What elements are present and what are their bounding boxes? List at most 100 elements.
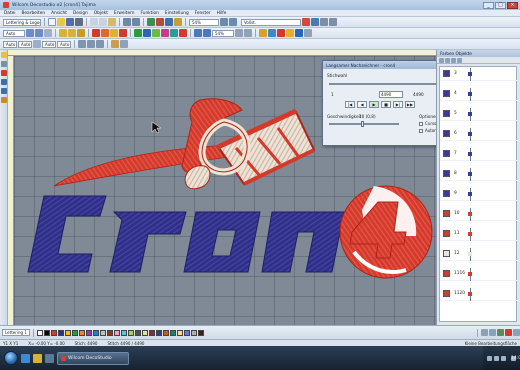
minimize-button[interactable]: _	[483, 1, 494, 9]
align-icon[interactable]	[194, 29, 202, 37]
fill-magenta-icon[interactable]	[161, 29, 169, 37]
palette-swatch[interactable]	[142, 329, 148, 336]
object-row[interactable]: 1120	[440, 287, 518, 301]
palette-swatch[interactable]	[100, 329, 106, 336]
palette-swatch[interactable]	[51, 329, 57, 336]
object-row[interactable]: 7	[440, 147, 518, 161]
menu-extend[interactable]: Erweitern	[114, 11, 135, 16]
tool-q-icon[interactable]	[295, 29, 303, 37]
hoop-icon[interactable]	[111, 40, 119, 48]
color-swatch[interactable]	[443, 150, 450, 157]
palette-swatch[interactable]	[191, 329, 197, 336]
speed-slider-knob[interactable]	[361, 121, 364, 127]
checkbox-box[interactable]	[419, 128, 423, 133]
color-swatch[interactable]	[443, 250, 450, 257]
fill-blue-icon[interactable]	[143, 29, 151, 37]
prop-b-field[interactable]: Auto	[18, 40, 32, 48]
palette-tool-icon[interactable]	[489, 329, 496, 336]
unit-select[interactable]: 54%	[212, 29, 234, 37]
reshape-icon[interactable]	[1, 61, 7, 67]
object-row[interactable]: 3	[440, 67, 518, 81]
menu-function[interactable]: Funktion	[141, 11, 159, 16]
close-button[interactable]: ×	[507, 1, 518, 9]
tool-f-icon[interactable]	[35, 29, 43, 37]
menu-help[interactable]: Hilfe	[217, 11, 227, 16]
shape-icon[interactable]	[1, 79, 7, 85]
palette-swatch[interactable]	[121, 329, 127, 336]
tool-k-icon[interactable]	[235, 29, 243, 37]
tool-m-icon[interactable]	[259, 29, 267, 37]
color-swatch[interactable]	[443, 230, 450, 237]
object-row[interactable]: 4	[440, 87, 518, 101]
play-button[interactable]: ▶	[369, 101, 379, 108]
tool-r-icon[interactable]	[304, 29, 312, 37]
distribute-icon[interactable]	[203, 29, 211, 37]
prop-a-field[interactable]: Auto	[3, 40, 17, 48]
palette-swatch[interactable]	[79, 329, 85, 336]
stitch-red2-icon[interactable]	[119, 29, 127, 37]
palette-swatch[interactable]	[198, 329, 204, 336]
explorer-icon[interactable]	[33, 353, 42, 363]
font-select[interactable]: Vollst.	[241, 18, 301, 26]
palette-swatch[interactable]	[44, 329, 50, 336]
lettering-icon[interactable]	[1, 88, 7, 94]
tool-i-icon[interactable]	[68, 29, 76, 37]
menu-settings[interactable]: Einstellung	[165, 11, 189, 16]
print-icon[interactable]	[75, 18, 83, 26]
taskbar-app-button[interactable]: Wilcom DecoStudio	[57, 351, 129, 365]
tool-g-icon[interactable]	[44, 29, 52, 37]
speed-slider-track[interactable]	[329, 123, 399, 125]
tray-lang-icon[interactable]	[501, 355, 506, 361]
fill-green-icon[interactable]	[134, 29, 142, 37]
tray-volume-icon[interactable]	[494, 355, 499, 361]
mirror-icon[interactable]	[78, 40, 86, 48]
palette-swatch[interactable]	[37, 329, 43, 336]
prop-d-field[interactable]: Auto	[57, 40, 71, 48]
grid-icon[interactable]	[311, 18, 319, 26]
menu-edit[interactable]: Bearbeiten	[21, 11, 45, 16]
copy-icon[interactable]	[99, 18, 107, 26]
panel-tool-c-icon[interactable]	[451, 58, 456, 63]
rotate-icon[interactable]	[87, 40, 95, 48]
palette-swatch[interactable]	[114, 329, 120, 336]
color-swatch[interactable]	[443, 210, 450, 217]
tray-network-icon[interactable]	[487, 355, 492, 361]
palette-swatch[interactable]	[170, 329, 176, 336]
zoom-select[interactable]: 54%	[189, 18, 219, 26]
checkbox-box[interactable]	[419, 121, 423, 126]
panel-tool-a-icon[interactable]	[439, 58, 444, 63]
palette-swatch[interactable]	[65, 329, 71, 336]
object-row[interactable]: 11	[440, 227, 518, 241]
color-swatch[interactable]	[443, 70, 450, 77]
fill-teal-icon[interactable]	[170, 29, 178, 37]
digitize-icon[interactable]	[1, 70, 7, 76]
cut-icon[interactable]	[90, 18, 98, 26]
start-button[interactable]	[4, 351, 18, 365]
stop-button[interactable]: ■	[381, 101, 391, 108]
tool-c-icon[interactable]	[165, 18, 173, 26]
tool-d-icon[interactable]	[174, 18, 182, 26]
object-row[interactable]: 12	[440, 247, 518, 261]
tool-l-icon[interactable]	[244, 29, 252, 37]
color-swatch[interactable]	[443, 110, 450, 117]
palette-swatch[interactable]	[177, 329, 183, 336]
object-row[interactable]: 9	[440, 187, 518, 201]
zoom-out-icon[interactable]	[229, 18, 237, 26]
save-icon[interactable]	[66, 18, 74, 26]
tool-p-icon[interactable]	[286, 29, 294, 37]
palette-swatch[interactable]	[58, 329, 64, 336]
menu-object[interactable]: Objekt	[94, 11, 108, 16]
tool-h-icon[interactable]	[59, 29, 67, 37]
tool-o-icon[interactable]	[277, 29, 285, 37]
paste-icon[interactable]	[108, 18, 116, 26]
undo-icon[interactable]	[123, 18, 131, 26]
stitch-orange-icon[interactable]	[101, 29, 109, 37]
palette-swatch[interactable]	[107, 329, 113, 336]
stitch-yellow-icon[interactable]	[110, 29, 118, 37]
menu-file[interactable]: Datei	[4, 11, 15, 16]
palette-swatch[interactable]	[149, 329, 155, 336]
design-mode-select[interactable]: Lettering & Logos	[3, 18, 41, 26]
open-folder-icon[interactable]	[57, 18, 65, 26]
tool-b-icon[interactable]	[156, 18, 164, 26]
redo-icon[interactable]	[132, 18, 140, 26]
